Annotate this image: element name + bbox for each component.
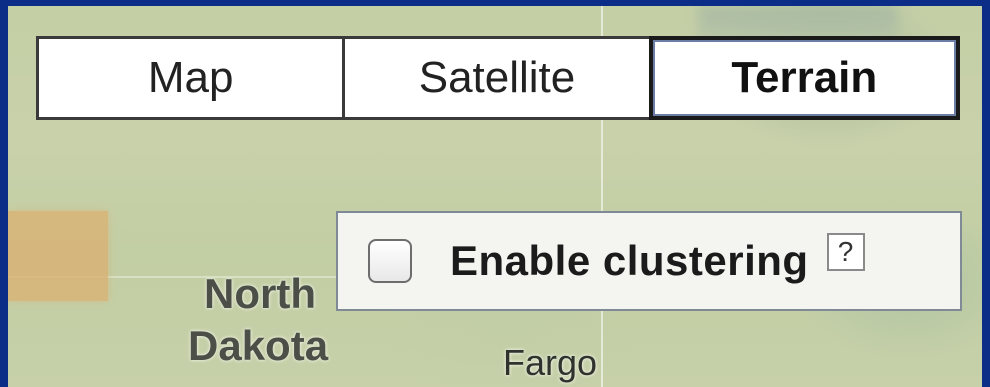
highlighted-region — [8, 211, 108, 301]
map-label-fargo: Fargo — [503, 342, 598, 383]
clustering-panel: Enable clustering ? — [336, 211, 962, 311]
map-label-north: North — [204, 270, 316, 317]
enable-clustering-checkbox[interactable] — [368, 239, 412, 283]
map-label-dakota: Dakota — [188, 322, 329, 369]
map-type-control: Map Satellite Terrain — [36, 36, 960, 120]
enable-clustering-label[interactable]: Enable clustering — [450, 237, 809, 285]
help-icon[interactable]: ? — [826, 233, 865, 271]
map-type-terrain-button[interactable]: Terrain — [648, 36, 960, 120]
map-type-map-button[interactable]: Map — [36, 36, 346, 120]
map-type-satellite-button[interactable]: Satellite — [342, 36, 652, 120]
